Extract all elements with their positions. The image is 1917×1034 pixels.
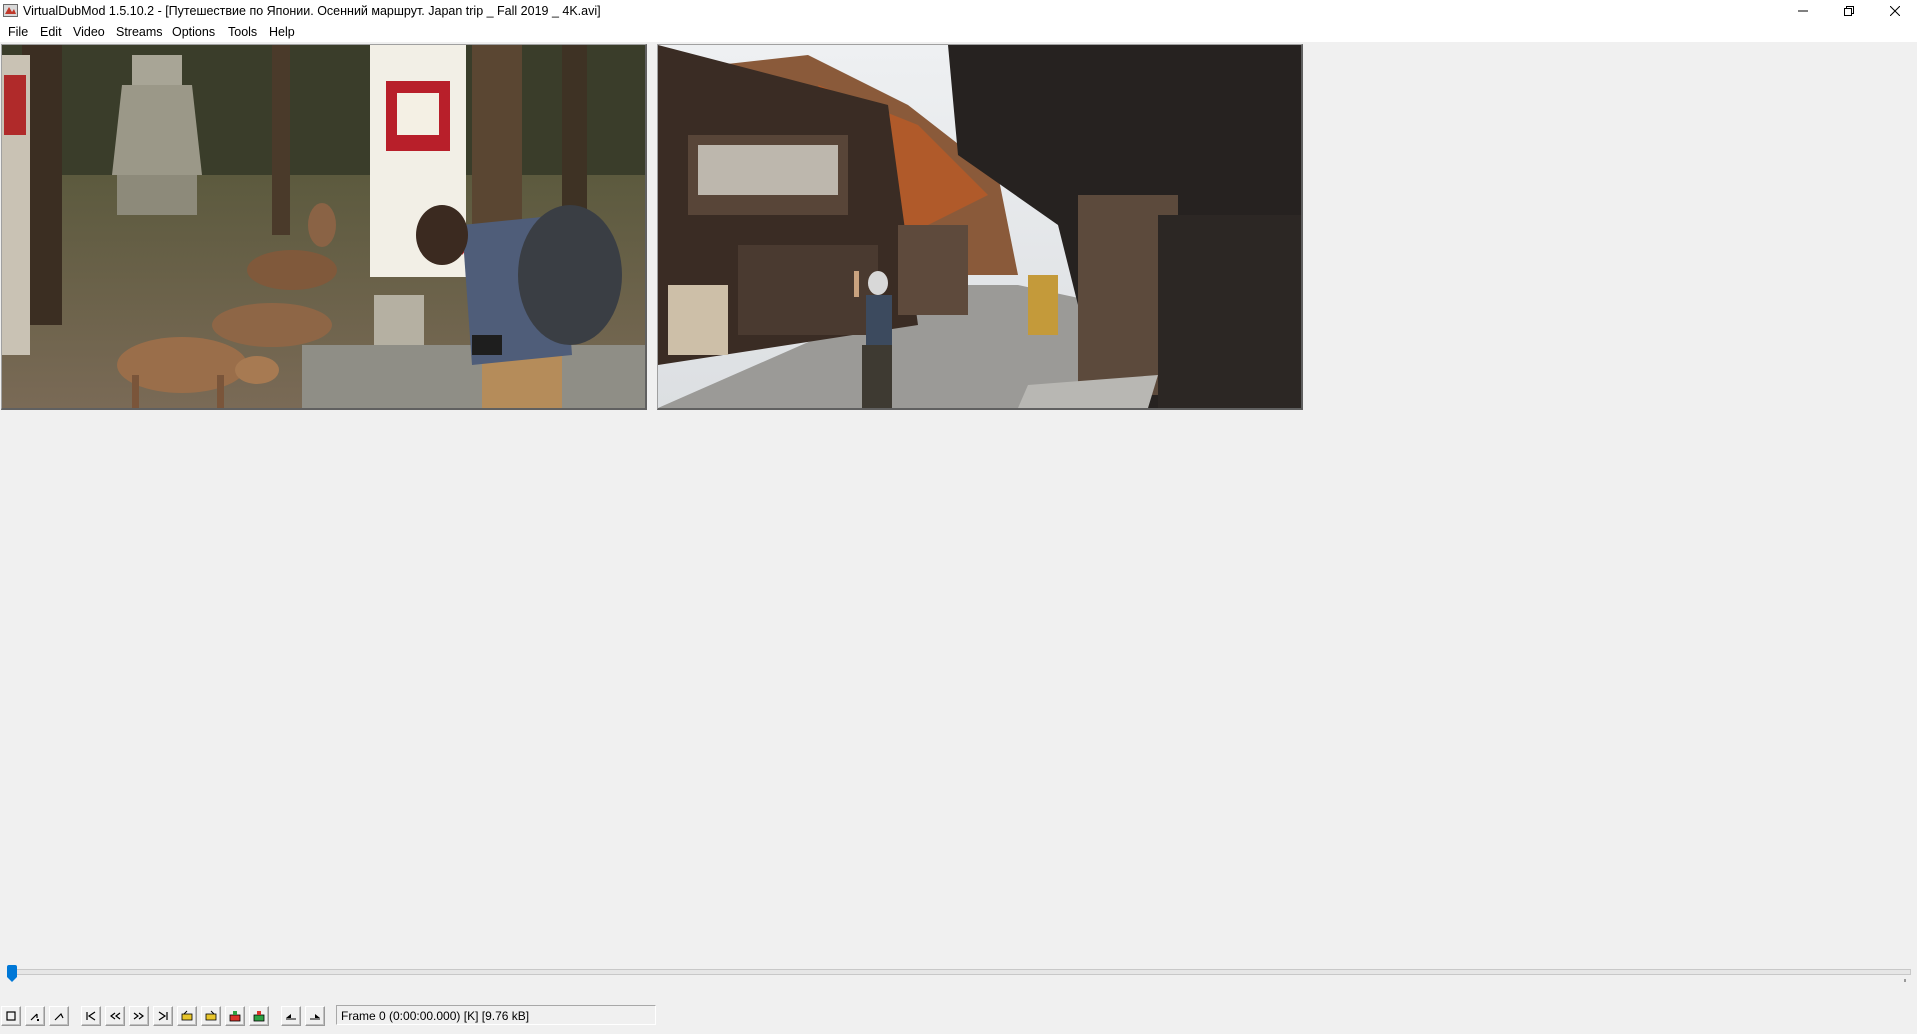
menu-help[interactable]: Help <box>269 25 295 39</box>
timeline-end-tick <box>1904 979 1906 982</box>
input-video-frame <box>2 45 645 408</box>
next-keyframe-icon <box>204 1010 218 1022</box>
playback-toolbar <box>0 1000 1917 1030</box>
menu-bar: File Edit Video Streams Options Tools He… <box>0 22 1917 42</box>
stop-icon <box>5 1010 17 1022</box>
next-scene-button[interactable] <box>249 1006 269 1026</box>
prev-scene-button[interactable] <box>225 1006 245 1026</box>
mark-out-button[interactable] <box>305 1006 325 1026</box>
go-end-icon <box>157 1010 169 1022</box>
window-bottom-edge <box>0 1030 1917 1034</box>
title-bar: VirtualDubMod 1.5.10.2 - [Путешествие по… <box>0 0 1917 22</box>
menu-tools[interactable]: Tools <box>228 25 257 39</box>
next-frame-icon <box>133 1010 145 1022</box>
menu-streams[interactable]: Streams <box>116 25 163 39</box>
minimize-icon <box>1798 4 1808 19</box>
minimize-button[interactable] <box>1780 0 1826 22</box>
prev-frame-icon <box>109 1010 121 1022</box>
mark-out-icon <box>309 1010 321 1022</box>
prev-keyframe-button[interactable] <box>177 1006 197 1026</box>
output-video-pane[interactable] <box>657 44 1303 410</box>
prev-frame-button[interactable] <box>105 1006 125 1026</box>
menu-options[interactable]: Options <box>172 25 215 39</box>
prev-keyframe-icon <box>180 1010 194 1022</box>
play-output-button[interactable] <box>49 1006 69 1026</box>
input-video-pane[interactable] <box>1 44 647 410</box>
window-title: VirtualDubMod 1.5.10.2 - [Путешествие по… <box>23 4 601 18</box>
stop-button[interactable] <box>1 1006 21 1026</box>
prev-scene-icon <box>228 1010 242 1022</box>
close-button[interactable] <box>1872 0 1917 22</box>
go-start-button[interactable] <box>81 1006 101 1026</box>
next-frame-button[interactable] <box>129 1006 149 1026</box>
go-start-icon <box>85 1010 97 1022</box>
close-icon <box>1889 4 1901 19</box>
timeline[interactable] <box>0 958 1917 988</box>
output-video-frame <box>658 45 1301 408</box>
restore-icon <box>1844 4 1854 19</box>
timeline-track[interactable] <box>13 969 1911 975</box>
menu-edit[interactable]: Edit <box>40 25 62 39</box>
next-keyframe-button[interactable] <box>201 1006 221 1026</box>
next-scene-icon <box>252 1010 266 1022</box>
menu-video[interactable]: Video <box>73 25 105 39</box>
mark-in-button[interactable] <box>281 1006 301 1026</box>
play-input-icon <box>29 1010 41 1022</box>
restore-button[interactable] <box>1826 0 1872 22</box>
go-end-button[interactable] <box>153 1006 173 1026</box>
play-output-icon <box>53 1010 65 1022</box>
timeline-position-thumb[interactable] <box>7 965 17 982</box>
mark-in-icon <box>285 1010 297 1022</box>
play-input-button[interactable] <box>25 1006 45 1026</box>
frame-status-field: Frame 0 (0:00:00.000) [K] [9.76 kB] <box>336 1005 656 1025</box>
menu-file[interactable]: File <box>8 25 28 39</box>
app-icon[interactable] <box>3 4 18 17</box>
